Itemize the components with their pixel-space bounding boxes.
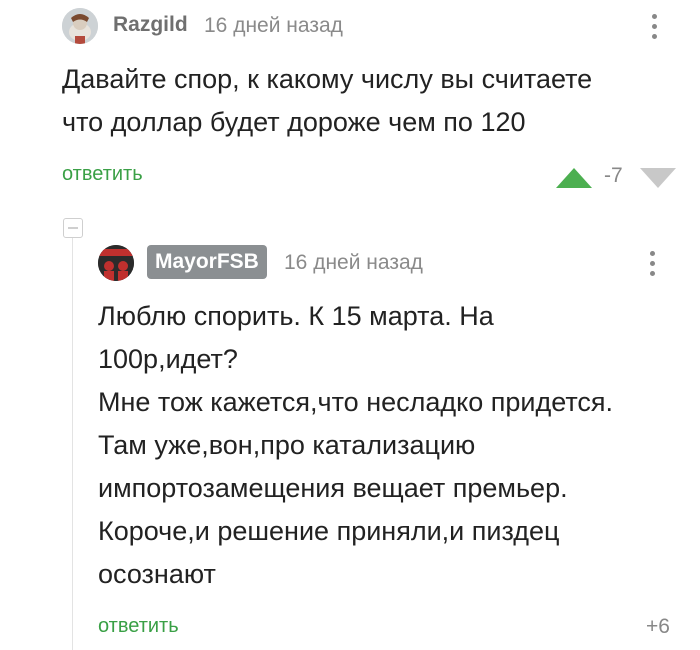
more-vertical-icon[interactable] (646, 251, 658, 281)
avatar-image (98, 245, 134, 281)
rating: +6 (646, 615, 670, 638)
comment-text: Люблю спорить. К 15 марта. На 100р,идет?… (98, 301, 614, 589)
username[interactable]: Razgild (113, 13, 188, 37)
avatar-image (62, 8, 98, 44)
triangle-up-icon[interactable] (556, 168, 592, 188)
more-vertical-icon[interactable] (648, 14, 660, 44)
reply-button[interactable]: ответить (98, 615, 179, 638)
avatar[interactable] (98, 245, 134, 281)
avatar[interactable] (62, 8, 98, 44)
username-badge[interactable]: MayorFSB (147, 245, 267, 279)
comment-text: Давайте спор, к какому числу вы считаете… (62, 64, 593, 137)
comment-mayorfsb: MayorFSB 16 дней назад Люблю спорить. К … (0, 205, 700, 650)
rating: -7 (604, 164, 623, 187)
comment-razgild: Razgild 16 дней назад Давайте спор, к ка… (0, 0, 700, 205)
timestamp[interactable]: 16 дней назад (284, 251, 423, 275)
reply-button[interactable]: ответить (62, 163, 143, 186)
triangle-down-icon[interactable] (640, 168, 676, 188)
timestamp[interactable]: 16 дней назад (204, 14, 343, 38)
